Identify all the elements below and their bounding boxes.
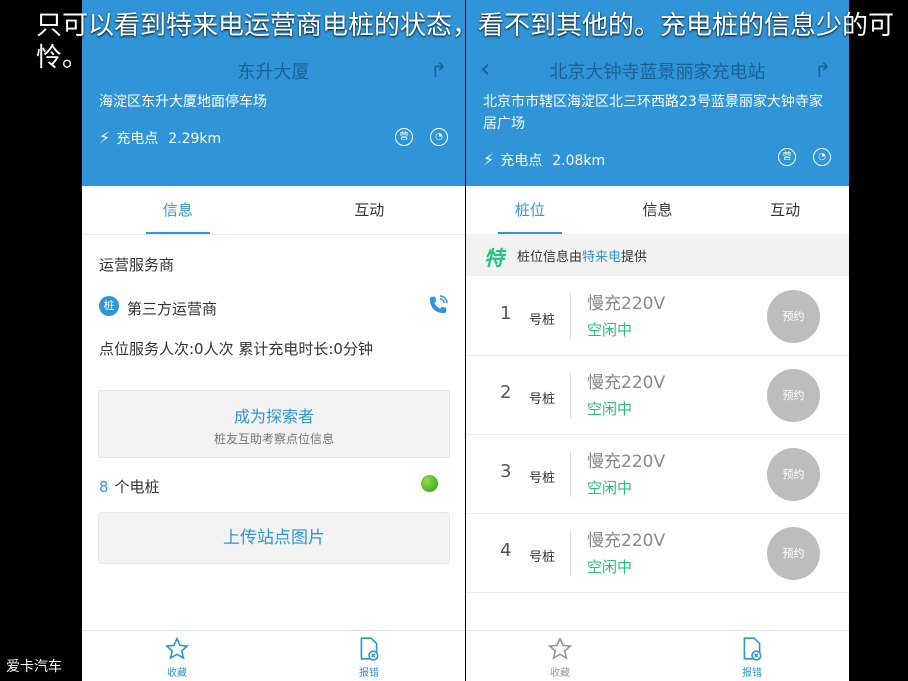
operating-badge-icon: 营 [778, 148, 796, 166]
pile-type: 慢充220V [587, 531, 666, 551]
pile-unit: 号桩 [529, 392, 556, 407]
upload-photo-button[interactable]: 上传站点图片 [98, 512, 450, 564]
bolt-icon: ⚡ [483, 150, 495, 169]
station-summary: 北京市市辖区海淀区北三环西路23号蓝景丽家大钟寺家居广场 ⚡ 充电点 2.08km … [466, 88, 849, 186]
pile-slot: 1 号桩 慢充220V 空闲中 预约 [466, 277, 849, 356]
pile-type: 慢充220V [587, 294, 666, 314]
divider [570, 372, 571, 418]
favorite-label: 收藏 [550, 668, 570, 679]
station-address: 海淀区东升大厦地面停车场 [99, 94, 267, 110]
bolt-icon: ⚡ [99, 128, 111, 147]
tab-bar: 信息 互动 [82, 186, 465, 235]
pile-status: 空闲中 [587, 479, 633, 497]
phone-call-icon[interactable] [427, 294, 449, 316]
distance-row: ⚡ 充电点 2.29km [99, 128, 221, 148]
pile-slot: 2 号桩 慢充220V 空闲中 预约 [466, 356, 849, 435]
explorer-title: 成为探索者 [233, 407, 314, 426]
operator-name: 第三方运营商 [127, 300, 218, 318]
explorer-subtitle: 桩友互助考察点位信息 [213, 432, 334, 446]
pile-count-label: 个电桩 [114, 478, 160, 496]
pile-status: 空闲中 [587, 400, 633, 418]
map-globe-icon[interactable]: ◔ [813, 148, 831, 166]
pile-unit: 号桩 [529, 550, 556, 565]
pile-type: 慢充220V [587, 452, 666, 472]
provider-suffix: 提供 [621, 250, 648, 265]
reserve-button[interactable]: 预约 [767, 369, 820, 422]
pile-badge-icon: 桩 [99, 296, 119, 316]
report-label: 报错 [359, 668, 379, 679]
distance-row: ⚡ 充电点 2.08km [483, 150, 605, 170]
pile-number: 2 [500, 382, 512, 403]
status-globe-icon [421, 475, 438, 492]
pile-slot: 3 号桩 慢充220V 空闲中 预约 [466, 435, 849, 514]
reserve-button[interactable]: 预约 [767, 290, 820, 343]
tab-piles[interactable]: 桩位 [466, 186, 594, 234]
caption-text: 只可以看到特来电运营商电桩的状态，看不到其他的。充电桩的信息少的可怜。 [36, 11, 895, 73]
pile-unit: 号桩 [529, 471, 556, 486]
favorite-button[interactable]: 收藏 [147, 636, 207, 679]
tab-info[interactable]: 信息 [594, 186, 722, 234]
tab-interact[interactable]: 互动 [274, 186, 466, 234]
reserve-button[interactable]: 预约 [767, 448, 820, 501]
provider-text: 桩位信息由特来电提供 [517, 246, 647, 265]
provider-prefix: 桩位信息由 [517, 250, 583, 265]
type-label: 充电点 [500, 153, 543, 169]
provider-brand: 特来电 [582, 250, 622, 265]
map-globe-icon[interactable]: ◔ [430, 128, 448, 146]
report-doc-icon [360, 637, 379, 661]
report-error-button[interactable]: 报错 [339, 636, 399, 679]
tab-info[interactable]: 信息 [82, 186, 274, 234]
operator-section-title: 运营服务商 [99, 256, 175, 274]
report-error-button[interactable]: 报错 [722, 636, 782, 679]
report-doc-icon [743, 637, 762, 661]
distance-value: 2.29km [168, 131, 222, 147]
bottom-bar: 收藏 报错 [466, 630, 849, 681]
pile-type: 慢充220V [587, 373, 666, 393]
pile-count-number: 8 [99, 478, 109, 496]
distance-value: 2.08km [552, 153, 606, 169]
station-summary: 海淀区东升大厦地面停车场 ⚡ 充电点 2.29km 营 ◔ [82, 88, 465, 186]
pile-count: 8 个电桩 [99, 476, 160, 497]
reserve-button[interactable]: 预约 [767, 527, 820, 580]
bottom-bar: 收藏 报错 [82, 630, 465, 681]
tab-interact[interactable]: 互动 [721, 186, 849, 234]
star-icon [547, 636, 573, 660]
watermark: 爱卡汽车 [6, 659, 62, 675]
pile-unit: 号桩 [529, 313, 556, 328]
favorite-label: 收藏 [167, 668, 187, 679]
pile-status: 空闲中 [587, 321, 633, 339]
report-label: 报错 [742, 668, 762, 679]
divider [570, 451, 571, 497]
station-address: 北京市市辖区海淀区北三环西路23号蓝景丽家大钟寺家居广场 [483, 94, 823, 132]
pile-number: 4 [500, 540, 512, 561]
divider [570, 530, 571, 576]
divider [570, 293, 571, 339]
provider-logo: 特 [484, 246, 504, 270]
pile-number: 1 [500, 303, 512, 324]
service-stats: 点位服务人次:0人次 累计充电时长:0分钟 [99, 340, 373, 358]
pile-status: 空闲中 [587, 558, 633, 576]
pile-number: 3 [500, 461, 512, 482]
left-phone-screen: 东升大厦 ↱ 海淀区东升大厦地面停车场 ⚡ 充电点 2.29km 营 ◔ 信息 互动… [82, 0, 465, 681]
favorite-button[interactable]: 收藏 [530, 636, 590, 679]
operating-badge-icon: 营 [395, 128, 413, 146]
provider-banner: 特 桩位信息由特来电提供 [466, 234, 849, 276]
become-explorer-button[interactable]: 成为探索者 桩友互助考察点位信息 [98, 390, 450, 458]
right-phone-screen: ‹ 北京大钟寺蓝景丽家充电站 ↱ 北京市市辖区海淀区北三环西路23号蓝景丽家大钟… [466, 0, 849, 681]
type-label: 充电点 [116, 131, 159, 147]
pile-slot: 4 号桩 慢充220V 空闲中 预约 [466, 514, 849, 593]
star-icon [164, 636, 190, 660]
tab-bar: 桩位 信息 互动 [466, 186, 849, 235]
